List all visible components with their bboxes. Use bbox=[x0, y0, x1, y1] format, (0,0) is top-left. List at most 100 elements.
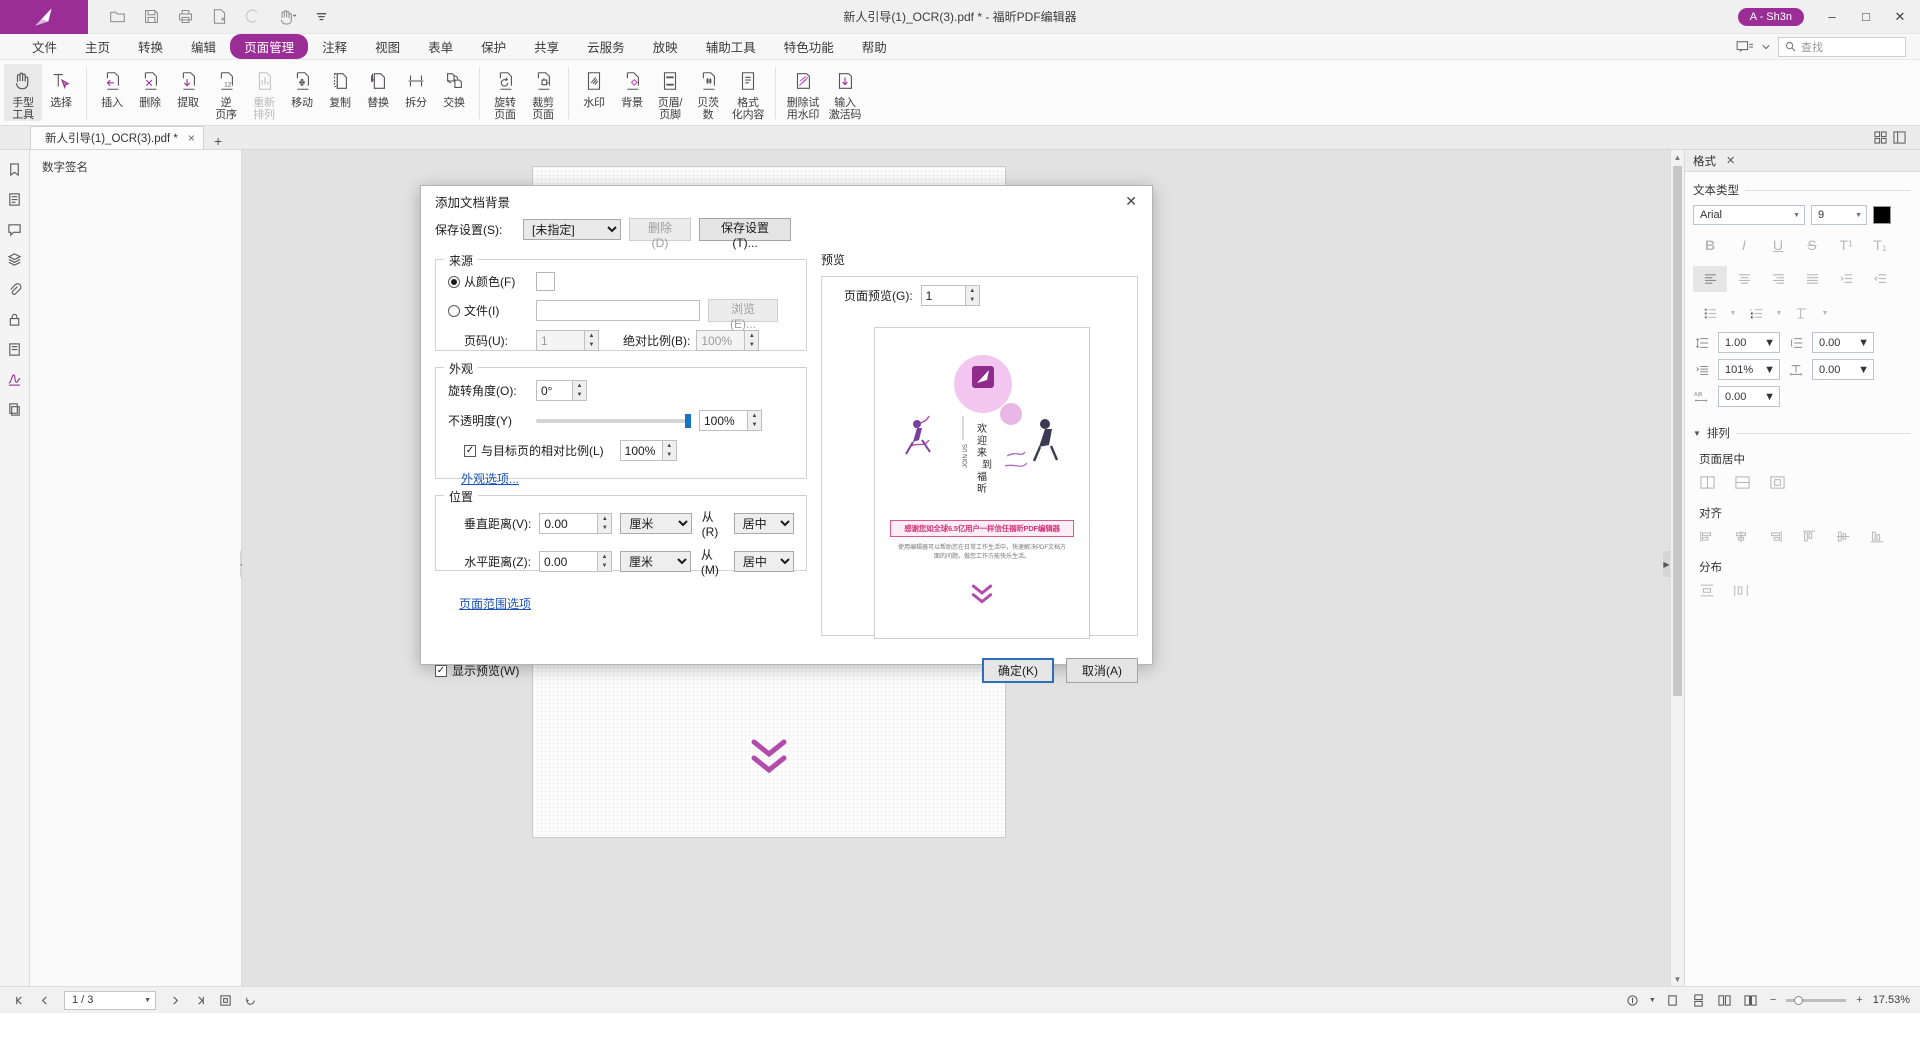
menu-item-protect[interactable]: 保护 bbox=[467, 34, 520, 59]
menu-item-help[interactable]: 帮助 bbox=[848, 34, 901, 59]
align-obj-hcenter-icon[interactable] bbox=[1733, 529, 1749, 547]
ribbon-watermark-button[interactable]: 水印 bbox=[575, 64, 613, 120]
rotation-input[interactable] bbox=[536, 380, 572, 401]
vertical-distance-input[interactable] bbox=[539, 513, 597, 534]
spinner-arrows[interactable]: ▲▼ bbox=[597, 513, 612, 534]
relative-scale-input[interactable] bbox=[620, 440, 662, 461]
ribbon-activation-code-button[interactable]: 输入激活码 bbox=[824, 64, 866, 121]
rotation-spinner[interactable]: ▲▼ bbox=[536, 380, 587, 401]
ok-button[interactable]: 确定(K) bbox=[982, 658, 1054, 683]
search-input[interactable]: 查找 bbox=[1778, 37, 1906, 57]
background-color-swatch[interactable] bbox=[536, 272, 555, 291]
attachment-icon[interactable] bbox=[7, 282, 22, 297]
document-tab[interactable]: 新人引导(1)_OCR(3).pdf * × bbox=[30, 126, 204, 149]
zoom-out-button[interactable]: − bbox=[1767, 994, 1779, 1006]
fit-page-icon[interactable] bbox=[216, 994, 235, 1007]
ribbon-extract-button[interactable]: 提取 bbox=[169, 64, 207, 120]
italic-icon[interactable]: I bbox=[1727, 232, 1761, 258]
menu-item-form[interactable]: 表单 bbox=[414, 34, 467, 59]
chevron-down-icon[interactable] bbox=[1762, 43, 1770, 51]
subscript-icon[interactable]: T₁ bbox=[1863, 232, 1897, 258]
opacity-input[interactable] bbox=[699, 410, 747, 431]
ribbon-reverse-order-button[interactable]: 12 逆页序 bbox=[207, 64, 245, 121]
relative-scale-spinner[interactable]: ▲▼ bbox=[620, 440, 677, 461]
vertical-distance-spinner[interactable]: ▲▼ bbox=[539, 513, 612, 534]
split-view-icon[interactable] bbox=[1893, 131, 1906, 147]
tile-view-icon[interactable] bbox=[1874, 131, 1887, 147]
maximize-button[interactable]: □ bbox=[1850, 2, 1882, 32]
facing-icon[interactable] bbox=[1715, 994, 1734, 1007]
menu-item-comment[interactable]: 注释 bbox=[308, 34, 361, 59]
horizontal-from-select[interactable]: 居中 bbox=[734, 551, 794, 572]
font-family-select[interactable]: Arial▼ bbox=[1693, 205, 1805, 225]
opacity-slider-knob[interactable] bbox=[685, 414, 691, 428]
word-spacing-select[interactable]: 0.00▼ bbox=[1718, 386, 1780, 407]
security-icon[interactable] bbox=[7, 312, 22, 327]
save-settings-select[interactable]: [未指定] bbox=[523, 219, 621, 240]
file-path-input[interactable] bbox=[536, 300, 700, 321]
menu-item-share[interactable]: 共享 bbox=[520, 34, 573, 59]
align-obj-left-icon[interactable] bbox=[1699, 529, 1715, 547]
cancel-button[interactable]: 取消(A) bbox=[1066, 658, 1138, 683]
center-horizontal-icon[interactable] bbox=[1734, 475, 1751, 493]
absolute-scale-spinner[interactable]: ▲▼ bbox=[696, 330, 759, 351]
quick-access-toolbar[interactable] bbox=[102, 4, 336, 30]
align-center-icon[interactable] bbox=[1727, 266, 1761, 292]
spinner-arrows[interactable]: ▲▼ bbox=[965, 285, 980, 306]
underline-icon[interactable]: U bbox=[1761, 232, 1795, 258]
ribbon-format-content-button[interactable]: 格式化内容 bbox=[727, 64, 769, 121]
scroll-down-button[interactable]: ▼ bbox=[1671, 972, 1684, 986]
vertical-from-select[interactable]: 居中 bbox=[734, 513, 794, 534]
bookmark-icon[interactable] bbox=[7, 162, 22, 177]
menu-item-cloud[interactable]: 云服务 bbox=[573, 34, 639, 59]
page-number-input[interactable]: 1 / 3 ▼ bbox=[64, 991, 156, 1010]
spinner-arrows[interactable]: ▲▼ bbox=[584, 330, 599, 351]
align-justify-icon[interactable] bbox=[1795, 266, 1829, 292]
horizontal-distance-spinner[interactable]: ▲▼ bbox=[539, 551, 612, 572]
spinner-arrows[interactable]: ▲▼ bbox=[747, 410, 762, 431]
facing-cover-icon[interactable] bbox=[1741, 994, 1760, 1007]
menu-item-present[interactable]: 放映 bbox=[639, 34, 692, 59]
continuous-icon[interactable] bbox=[1689, 994, 1708, 1007]
distribute-horizontal-icon[interactable] bbox=[1733, 583, 1749, 601]
signature-icon[interactable] bbox=[7, 372, 22, 387]
preview-page-spinner[interactable]: ▲▼ bbox=[921, 285, 980, 306]
comment-icon[interactable] bbox=[7, 222, 22, 237]
first-page-icon[interactable] bbox=[10, 995, 29, 1006]
bold-icon[interactable]: B bbox=[1693, 232, 1727, 258]
appearance-options-link[interactable]: 外观选项... bbox=[461, 472, 519, 486]
new-tab-button[interactable]: + bbox=[204, 133, 232, 149]
paragraph-spacing-select[interactable]: 0.00▼ bbox=[1812, 332, 1874, 353]
center-vertical-icon[interactable] bbox=[1699, 475, 1716, 493]
indent-increase-icon[interactable] bbox=[1829, 266, 1863, 292]
chevron-down-icon[interactable]: ▼ bbox=[1649, 997, 1656, 1004]
chevron-down-icon[interactable]: ▼ bbox=[1727, 300, 1739, 326]
menu-item-features[interactable]: 特色功能 bbox=[770, 34, 848, 59]
horizontal-unit-select[interactable]: 厘米 bbox=[620, 551, 691, 572]
ribbon-select-button[interactable]: 选择 bbox=[42, 64, 80, 120]
last-page-icon[interactable] bbox=[191, 995, 210, 1006]
tell-me-icon[interactable] bbox=[1736, 40, 1754, 54]
print-icon[interactable] bbox=[170, 4, 200, 30]
menu-item-edit[interactable]: 编辑 bbox=[177, 34, 230, 59]
menu-item-page-management[interactable]: 页面管理 bbox=[230, 34, 308, 59]
arrange-section-title[interactable]: ▼ 排列 bbox=[1685, 415, 1920, 445]
vertical-scrollbar[interactable]: ▲ ▼ bbox=[1670, 150, 1684, 986]
menu-item-home[interactable]: 主页 bbox=[71, 34, 124, 59]
page-range-options-link[interactable]: 页面范围选项 bbox=[459, 597, 531, 611]
source-page-input[interactable] bbox=[536, 330, 584, 351]
menu-item-accessibility[interactable]: 辅助工具 bbox=[692, 34, 770, 59]
read-mode-icon[interactable] bbox=[1623, 994, 1642, 1007]
pages-thumbnail-icon[interactable] bbox=[7, 192, 22, 207]
ribbon-split-button[interactable]: 拆分 bbox=[397, 64, 435, 120]
absolute-scale-input[interactable] bbox=[696, 330, 744, 351]
menu-item-convert[interactable]: 转换 bbox=[124, 34, 177, 59]
single-page-icon[interactable] bbox=[1663, 994, 1682, 1007]
account-badge[interactable]: A - Sh3n bbox=[1738, 8, 1804, 26]
close-button[interactable]: ✕ bbox=[1884, 2, 1916, 32]
prev-page-icon[interactable] bbox=[35, 995, 54, 1006]
ribbon-move-button[interactable]: 移动 bbox=[283, 64, 321, 120]
relative-scale-checkbox[interactable]: ✓ bbox=[464, 445, 476, 457]
horizontal-distance-input[interactable] bbox=[539, 551, 597, 572]
from-file-radio[interactable] bbox=[448, 305, 460, 317]
